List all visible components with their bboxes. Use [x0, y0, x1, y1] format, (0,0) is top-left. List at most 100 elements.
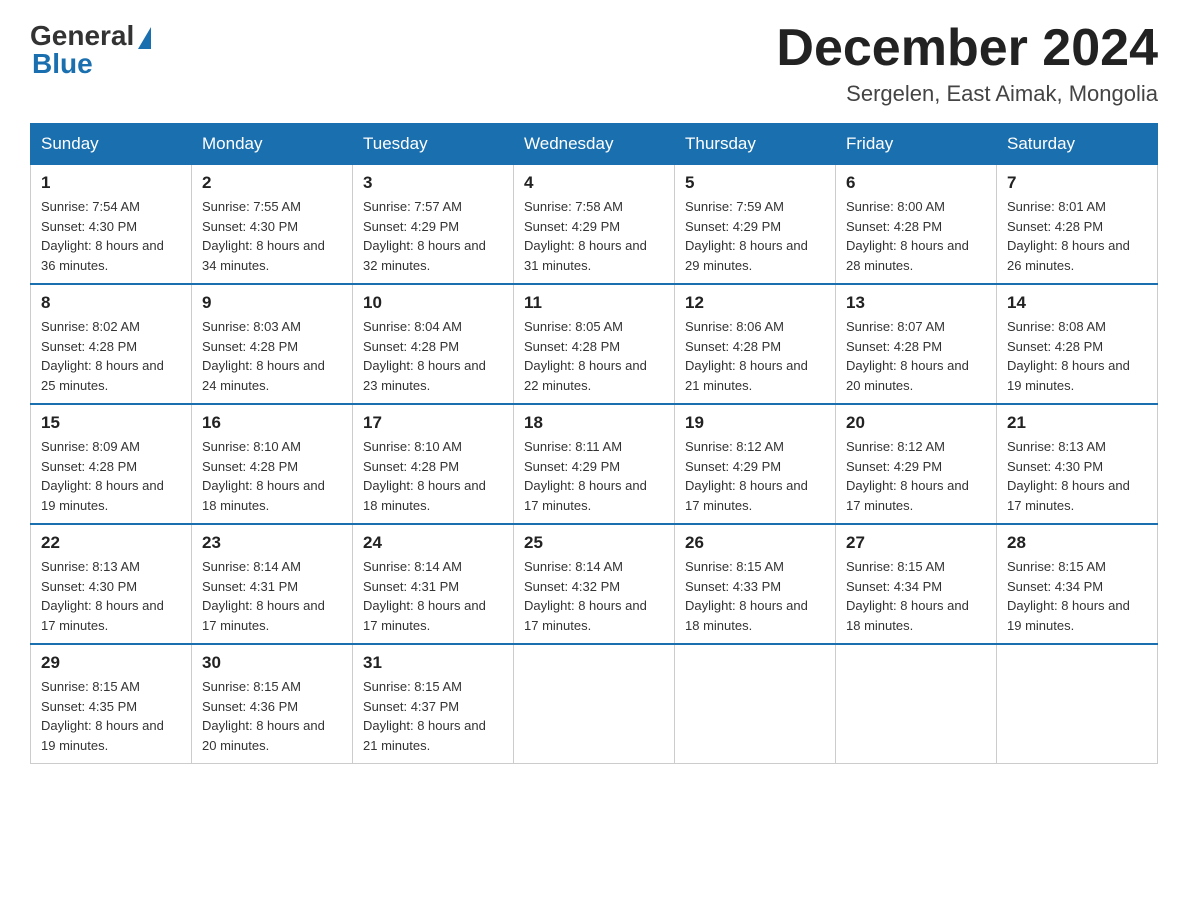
- calendar-week-row: 22 Sunrise: 8:13 AM Sunset: 4:30 PM Dayl…: [31, 524, 1158, 644]
- day-number: 23: [202, 533, 342, 553]
- table-row: 31 Sunrise: 8:15 AM Sunset: 4:37 PM Dayl…: [353, 644, 514, 764]
- table-row: 30 Sunrise: 8:15 AM Sunset: 4:36 PM Dayl…: [192, 644, 353, 764]
- day-number: 22: [41, 533, 181, 553]
- table-row: [997, 644, 1158, 764]
- day-number: 4: [524, 173, 664, 193]
- table-row: 21 Sunrise: 8:13 AM Sunset: 4:30 PM Dayl…: [997, 404, 1158, 524]
- day-number: 12: [685, 293, 825, 313]
- day-info: Sunrise: 8:10 AM Sunset: 4:28 PM Dayligh…: [202, 437, 342, 515]
- day-info: Sunrise: 8:15 AM Sunset: 4:33 PM Dayligh…: [685, 557, 825, 635]
- calendar-week-row: 1 Sunrise: 7:54 AM Sunset: 4:30 PM Dayli…: [31, 165, 1158, 285]
- day-info: Sunrise: 7:57 AM Sunset: 4:29 PM Dayligh…: [363, 197, 503, 275]
- header-saturday: Saturday: [997, 124, 1158, 165]
- table-row: 4 Sunrise: 7:58 AM Sunset: 4:29 PM Dayli…: [514, 165, 675, 285]
- day-number: 30: [202, 653, 342, 673]
- table-row: 16 Sunrise: 8:10 AM Sunset: 4:28 PM Dayl…: [192, 404, 353, 524]
- day-info: Sunrise: 7:59 AM Sunset: 4:29 PM Dayligh…: [685, 197, 825, 275]
- header-wednesday: Wednesday: [514, 124, 675, 165]
- day-info: Sunrise: 8:03 AM Sunset: 4:28 PM Dayligh…: [202, 317, 342, 395]
- logo-blue-text: Blue: [32, 48, 93, 80]
- day-number: 2: [202, 173, 342, 193]
- header-tuesday: Tuesday: [353, 124, 514, 165]
- day-number: 16: [202, 413, 342, 433]
- table-row: 18 Sunrise: 8:11 AM Sunset: 4:29 PM Dayl…: [514, 404, 675, 524]
- header-thursday: Thursday: [675, 124, 836, 165]
- table-row: 11 Sunrise: 8:05 AM Sunset: 4:28 PM Dayl…: [514, 284, 675, 404]
- day-number: 14: [1007, 293, 1147, 313]
- day-number: 27: [846, 533, 986, 553]
- day-info: Sunrise: 7:55 AM Sunset: 4:30 PM Dayligh…: [202, 197, 342, 275]
- table-row: 7 Sunrise: 8:01 AM Sunset: 4:28 PM Dayli…: [997, 165, 1158, 285]
- calendar-week-row: 15 Sunrise: 8:09 AM Sunset: 4:28 PM Dayl…: [31, 404, 1158, 524]
- day-number: 1: [41, 173, 181, 193]
- day-info: Sunrise: 8:12 AM Sunset: 4:29 PM Dayligh…: [685, 437, 825, 515]
- table-row: 15 Sunrise: 8:09 AM Sunset: 4:28 PM Dayl…: [31, 404, 192, 524]
- table-row: 12 Sunrise: 8:06 AM Sunset: 4:28 PM Dayl…: [675, 284, 836, 404]
- header-sunday: Sunday: [31, 124, 192, 165]
- table-row: 10 Sunrise: 8:04 AM Sunset: 4:28 PM Dayl…: [353, 284, 514, 404]
- calendar-week-row: 29 Sunrise: 8:15 AM Sunset: 4:35 PM Dayl…: [31, 644, 1158, 764]
- day-info: Sunrise: 8:15 AM Sunset: 4:35 PM Dayligh…: [41, 677, 181, 755]
- day-info: Sunrise: 8:02 AM Sunset: 4:28 PM Dayligh…: [41, 317, 181, 395]
- day-info: Sunrise: 8:05 AM Sunset: 4:28 PM Dayligh…: [524, 317, 664, 395]
- day-info: Sunrise: 8:09 AM Sunset: 4:28 PM Dayligh…: [41, 437, 181, 515]
- day-number: 28: [1007, 533, 1147, 553]
- location-subtitle: Sergelen, East Aimak, Mongolia: [776, 81, 1158, 107]
- day-number: 24: [363, 533, 503, 553]
- day-info: Sunrise: 8:12 AM Sunset: 4:29 PM Dayligh…: [846, 437, 986, 515]
- day-number: 18: [524, 413, 664, 433]
- page-header: General Blue December 2024 Sergelen, Eas…: [30, 20, 1158, 107]
- table-row: 24 Sunrise: 8:14 AM Sunset: 4:31 PM Dayl…: [353, 524, 514, 644]
- day-number: 31: [363, 653, 503, 673]
- day-number: 29: [41, 653, 181, 673]
- month-title: December 2024: [776, 20, 1158, 77]
- day-number: 7: [1007, 173, 1147, 193]
- day-info: Sunrise: 8:15 AM Sunset: 4:34 PM Dayligh…: [846, 557, 986, 635]
- table-row: 9 Sunrise: 8:03 AM Sunset: 4:28 PM Dayli…: [192, 284, 353, 404]
- day-info: Sunrise: 8:15 AM Sunset: 4:34 PM Dayligh…: [1007, 557, 1147, 635]
- day-info: Sunrise: 8:01 AM Sunset: 4:28 PM Dayligh…: [1007, 197, 1147, 275]
- table-row: 22 Sunrise: 8:13 AM Sunset: 4:30 PM Dayl…: [31, 524, 192, 644]
- day-number: 13: [846, 293, 986, 313]
- day-number: 3: [363, 173, 503, 193]
- table-row: 27 Sunrise: 8:15 AM Sunset: 4:34 PM Dayl…: [836, 524, 997, 644]
- day-info: Sunrise: 7:58 AM Sunset: 4:29 PM Dayligh…: [524, 197, 664, 275]
- table-row: 17 Sunrise: 8:10 AM Sunset: 4:28 PM Dayl…: [353, 404, 514, 524]
- title-block: December 2024 Sergelen, East Aimak, Mong…: [776, 20, 1158, 107]
- day-number: 11: [524, 293, 664, 313]
- day-info: Sunrise: 8:14 AM Sunset: 4:31 PM Dayligh…: [363, 557, 503, 635]
- table-row: [514, 644, 675, 764]
- calendar-header-row: Sunday Monday Tuesday Wednesday Thursday…: [31, 124, 1158, 165]
- day-number: 15: [41, 413, 181, 433]
- table-row: 25 Sunrise: 8:14 AM Sunset: 4:32 PM Dayl…: [514, 524, 675, 644]
- day-number: 10: [363, 293, 503, 313]
- table-row: 2 Sunrise: 7:55 AM Sunset: 4:30 PM Dayli…: [192, 165, 353, 285]
- table-row: 29 Sunrise: 8:15 AM Sunset: 4:35 PM Dayl…: [31, 644, 192, 764]
- day-info: Sunrise: 8:00 AM Sunset: 4:28 PM Dayligh…: [846, 197, 986, 275]
- day-number: 17: [363, 413, 503, 433]
- table-row: 14 Sunrise: 8:08 AM Sunset: 4:28 PM Dayl…: [997, 284, 1158, 404]
- logo: General Blue: [30, 20, 151, 80]
- day-info: Sunrise: 8:14 AM Sunset: 4:31 PM Dayligh…: [202, 557, 342, 635]
- day-number: 26: [685, 533, 825, 553]
- table-row: 26 Sunrise: 8:15 AM Sunset: 4:33 PM Dayl…: [675, 524, 836, 644]
- header-friday: Friday: [836, 124, 997, 165]
- day-number: 19: [685, 413, 825, 433]
- day-info: Sunrise: 8:13 AM Sunset: 4:30 PM Dayligh…: [1007, 437, 1147, 515]
- calendar-table: Sunday Monday Tuesday Wednesday Thursday…: [30, 123, 1158, 764]
- day-info: Sunrise: 8:15 AM Sunset: 4:36 PM Dayligh…: [202, 677, 342, 755]
- day-number: 8: [41, 293, 181, 313]
- table-row: 28 Sunrise: 8:15 AM Sunset: 4:34 PM Dayl…: [997, 524, 1158, 644]
- day-number: 5: [685, 173, 825, 193]
- table-row: 23 Sunrise: 8:14 AM Sunset: 4:31 PM Dayl…: [192, 524, 353, 644]
- day-info: Sunrise: 7:54 AM Sunset: 4:30 PM Dayligh…: [41, 197, 181, 275]
- table-row: 8 Sunrise: 8:02 AM Sunset: 4:28 PM Dayli…: [31, 284, 192, 404]
- day-info: Sunrise: 8:14 AM Sunset: 4:32 PM Dayligh…: [524, 557, 664, 635]
- day-info: Sunrise: 8:13 AM Sunset: 4:30 PM Dayligh…: [41, 557, 181, 635]
- table-row: 5 Sunrise: 7:59 AM Sunset: 4:29 PM Dayli…: [675, 165, 836, 285]
- day-info: Sunrise: 8:08 AM Sunset: 4:28 PM Dayligh…: [1007, 317, 1147, 395]
- table-row: [675, 644, 836, 764]
- day-number: 25: [524, 533, 664, 553]
- day-info: Sunrise: 8:07 AM Sunset: 4:28 PM Dayligh…: [846, 317, 986, 395]
- day-number: 6: [846, 173, 986, 193]
